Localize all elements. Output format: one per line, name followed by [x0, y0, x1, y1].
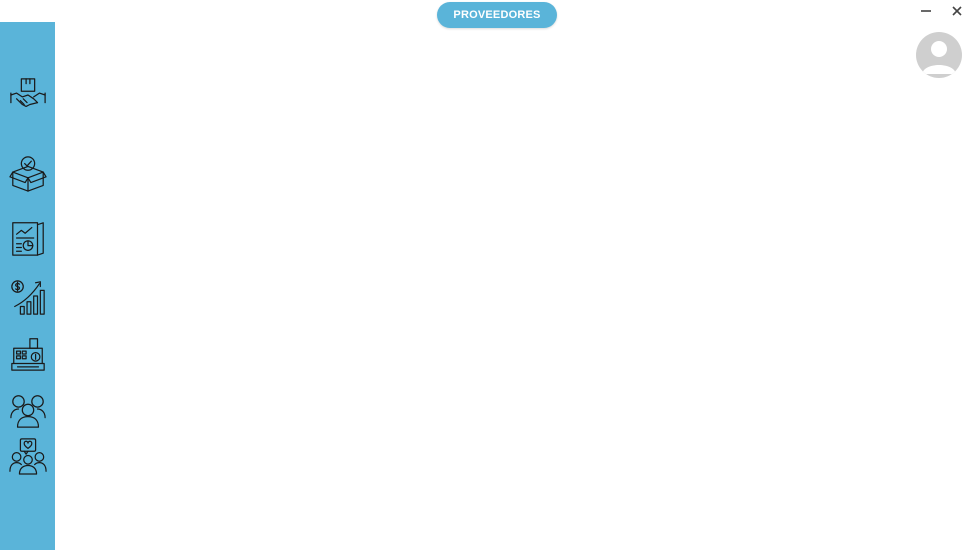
minimize-button[interactable]: [917, 2, 935, 20]
box-check-icon: [9, 156, 47, 192]
sidebar-item-reports[interactable]: [6, 216, 50, 260]
main-content: [55, 28, 980, 550]
sidebar-item-cash-register[interactable]: [6, 332, 50, 376]
sidebar-item-clients[interactable]: [6, 434, 50, 478]
cash-register-icon: [11, 338, 45, 371]
minimize-icon: [921, 10, 931, 12]
sidebar-item-groups[interactable]: [6, 388, 50, 432]
close-button[interactable]: [948, 2, 966, 20]
handshake-box-icon: [10, 78, 46, 108]
sidebar-item-finance[interactable]: [6, 275, 50, 319]
people-group-icon: [10, 395, 46, 428]
sidebar-item-products[interactable]: [6, 152, 50, 196]
sidebar-item-suppliers[interactable]: [6, 73, 50, 117]
people-heart-icon: [9, 438, 47, 475]
sidebar: [0, 22, 55, 550]
page-title: PROVEEDORES: [437, 2, 557, 28]
money-growth-icon: [11, 280, 45, 315]
report-chart-icon: [12, 222, 44, 256]
close-icon: [952, 6, 962, 16]
